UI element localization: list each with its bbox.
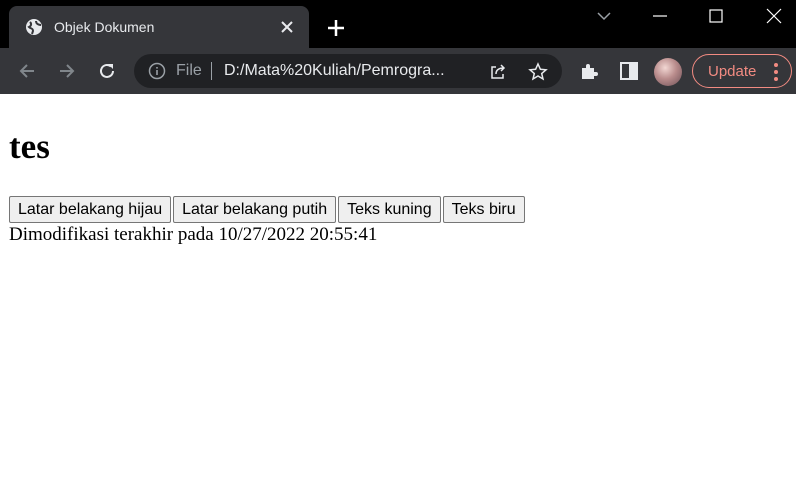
close-window-icon[interactable] [764,6,784,26]
close-tab-icon[interactable] [279,19,295,35]
url-scheme-label: File [176,62,202,79]
share-icon[interactable] [488,62,508,82]
last-modified-text: Dimodifikasi terakhir pada 10/27/2022 20… [9,224,378,245]
globe-icon [26,19,42,35]
browser-tab[interactable]: Objek Dokumen [9,6,309,48]
reload-icon[interactable] [96,60,118,82]
forward-icon[interactable] [56,60,78,82]
extensions-puzzle-icon[interactable] [578,60,600,82]
url-separator [211,62,212,80]
minimize-icon[interactable] [650,6,670,26]
browser-toolbar: File D:/Mata%20Kuliah/Pemrogra... Update [0,48,796,94]
profile-avatar[interactable] [654,58,682,86]
address-bar[interactable]: File D:/Mata%20Kuliah/Pemrogra... [134,54,562,88]
url-text[interactable]: D:/Mata%20Kuliah/Pemrogra... [224,62,445,80]
new-tab-icon[interactable] [326,18,346,38]
tab-search-chevron-icon[interactable] [594,6,614,26]
tab-title: Objek Dokumen [54,19,155,35]
yellow-text-button[interactable]: Teks kuning [338,196,441,223]
page-heading: tes [9,127,50,166]
update-button[interactable]: Update [692,54,792,88]
bookmark-star-icon[interactable] [528,62,548,82]
back-icon[interactable] [16,60,38,82]
button-row: Latar belakang hijau Latar belakang putih… [9,196,527,223]
menu-dots-icon[interactable] [773,62,779,82]
side-panel-icon[interactable] [618,60,640,82]
white-background-button[interactable]: Latar belakang putih [173,196,337,223]
browser-titlebar: Objek Dokumen [0,0,796,48]
green-background-button[interactable]: Latar belakang hijau [9,196,172,223]
maximize-icon[interactable] [706,6,726,26]
blue-text-button[interactable]: Teks biru [442,196,525,223]
info-icon[interactable] [148,62,166,80]
update-button-label: Update [708,63,757,80]
